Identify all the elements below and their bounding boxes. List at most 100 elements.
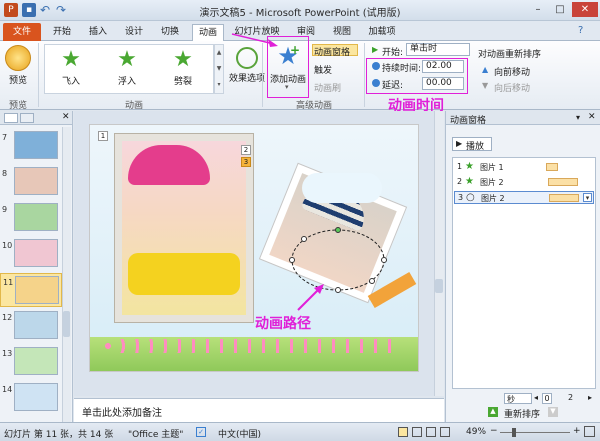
slide-thumbnail[interactable] bbox=[14, 131, 58, 159]
preview-icon[interactable] bbox=[5, 45, 31, 71]
reorder-up-icon[interactable]: ▲ bbox=[488, 407, 498, 417]
animation-item[interactable]: 1 ★ 图片 1 bbox=[454, 161, 594, 174]
slide-thumbnail-row[interactable]: 12 bbox=[0, 309, 62, 343]
start-select[interactable]: 单击时 bbox=[406, 43, 470, 56]
slide-thumbnail-row[interactable]: 7 bbox=[0, 129, 62, 163]
float-in-icon[interactable]: ★ bbox=[112, 49, 142, 71]
slide-thumbnail-row[interactable]: 10 bbox=[0, 237, 62, 271]
slide-thumbnail-row[interactable]: 14 bbox=[0, 381, 62, 415]
fly-in-icon[interactable]: ★ bbox=[56, 49, 86, 71]
maximize-icon[interactable]: □ bbox=[550, 2, 570, 17]
tab-animations[interactable]: 动画 bbox=[192, 24, 224, 41]
timing-bar[interactable] bbox=[546, 163, 558, 171]
animation-pane: 动画窗格 ▾ ✕ ▶ 播放 1 ★ 图片 1 2 ★ 图片 2 3 ○ 图片 2 ▾ 秒 ◂ 0 … bbox=[445, 111, 600, 422]
move-later-button[interactable]: 向后移动 bbox=[494, 81, 530, 94]
outline-tab[interactable] bbox=[20, 113, 34, 123]
effect-split[interactable]: 劈裂 bbox=[166, 74, 200, 87]
tab-design[interactable]: 设计 bbox=[120, 24, 148, 40]
tab-addins[interactable]: 加载项 bbox=[364, 24, 400, 40]
thumbnail-scroll-thumb[interactable] bbox=[63, 311, 70, 337]
zoom-slider[interactable] bbox=[500, 432, 570, 433]
close-icon[interactable]: ✕ bbox=[588, 112, 596, 122]
play-icon: ▶ bbox=[456, 139, 463, 148]
close-icon[interactable]: ✕ bbox=[572, 2, 598, 17]
split-icon[interactable]: ★ bbox=[168, 49, 198, 71]
spellcheck-icon[interactable]: ✓ bbox=[196, 427, 206, 437]
path-arrow bbox=[297, 284, 324, 311]
notes-placeholder[interactable]: 单击此处添加备注 bbox=[82, 404, 162, 419]
reorder-down-icon[interactable]: ▼ bbox=[548, 407, 558, 417]
slides-tab[interactable] bbox=[4, 113, 18, 123]
delay-icon bbox=[372, 79, 380, 87]
sorter-view-icon[interactable] bbox=[412, 427, 422, 437]
thumbnail-scrollbar[interactable] bbox=[62, 127, 71, 422]
normal-view-icon[interactable] bbox=[398, 427, 408, 437]
slide-thumbnail[interactable] bbox=[14, 239, 58, 267]
timing-bar[interactable] bbox=[548, 178, 578, 186]
trigger-button[interactable]: 触发 bbox=[314, 63, 332, 76]
chevron-down-icon[interactable]: ▾ bbox=[583, 193, 592, 202]
slide-thumbnail-row[interactable]: 9 bbox=[0, 201, 62, 235]
timeline-left-icon[interactable]: ◂ bbox=[534, 393, 538, 402]
slideshow-view-icon[interactable] bbox=[440, 427, 450, 437]
duration-input[interactable]: 02.00 bbox=[422, 60, 464, 73]
tab-insert[interactable]: 插入 bbox=[84, 24, 112, 40]
reading-view-icon[interactable] bbox=[426, 427, 436, 437]
slide-thumbnail[interactable] bbox=[14, 203, 58, 231]
close-pane-icon[interactable]: ✕ bbox=[62, 112, 70, 122]
slide-number: 8 bbox=[2, 169, 8, 178]
tab-view[interactable]: 视图 bbox=[328, 24, 356, 40]
language-indicator: 中文(中国) bbox=[218, 430, 262, 440]
move-earlier-button[interactable]: 向前移动 bbox=[494, 65, 530, 78]
entrance-effect-icon: ★ bbox=[465, 161, 474, 172]
tab-transitions[interactable]: 切换 bbox=[156, 24, 184, 40]
motion-path-icon: ○ bbox=[466, 192, 475, 203]
reorder-label: 重新排序 bbox=[504, 410, 541, 420]
zoom-slider-thumb[interactable] bbox=[512, 428, 516, 437]
slide-scrollbar[interactable] bbox=[434, 111, 444, 396]
slide-thumbnail[interactable] bbox=[15, 276, 59, 304]
help-icon[interactable]: ? bbox=[578, 25, 583, 36]
timeline-right-icon[interactable]: ▸ bbox=[588, 393, 592, 402]
slide-thumbnail[interactable] bbox=[14, 383, 58, 411]
tab-home[interactable]: 开始 bbox=[48, 24, 76, 40]
zoom-level: 49% bbox=[466, 427, 487, 437]
effect-options-icon[interactable] bbox=[236, 47, 258, 69]
preview-button[interactable]: 预览 bbox=[0, 73, 36, 86]
move-earlier-icon: ▲ bbox=[482, 65, 489, 74]
gallery-scroll[interactable]: ▲ ▼ ▾ bbox=[214, 44, 224, 94]
fit-window-icon[interactable] bbox=[584, 426, 595, 437]
slide-thumbnail-row[interactable]: 8 bbox=[0, 165, 62, 199]
animation-item[interactable]: 3 ○ 图片 2 ▾ bbox=[454, 191, 594, 204]
slide-thumbnail[interactable] bbox=[14, 347, 58, 375]
zoom-in-icon[interactable]: + bbox=[573, 426, 581, 436]
minimize-icon[interactable]: – bbox=[528, 2, 548, 17]
window-title: 演示文稿5 - Microsoft PowerPoint (试用版) bbox=[199, 8, 401, 19]
pane-menu-icon[interactable]: ▾ bbox=[576, 113, 580, 122]
zoom-out-icon[interactable]: − bbox=[490, 426, 498, 436]
slide-scroll-thumb[interactable] bbox=[435, 279, 443, 293]
slide-thumbnail-row[interactable]: 13 bbox=[0, 345, 62, 379]
tab-file[interactable]: 文件 bbox=[3, 23, 41, 41]
anim-painter-button[interactable]: 动画刷 bbox=[314, 81, 341, 94]
effect-float-in[interactable]: 浮入 bbox=[110, 74, 144, 87]
start-icon: ▶ bbox=[372, 45, 379, 54]
slide-thumbnail[interactable] bbox=[14, 167, 58, 195]
ribbon: 预览 预览 ★ 飞入 ★ 浮入 ★ 劈裂 ▲ ▼ ▾ 动画 效果选项 ★ + 添加动… bbox=[0, 36, 600, 111]
chevron-down-icon[interactable]: ▾ bbox=[285, 83, 289, 91]
group-separator bbox=[364, 43, 365, 107]
yellow-scarf bbox=[128, 253, 240, 295]
slide-canvas[interactable]: 1 2 3 bbox=[89, 124, 419, 372]
slide-thumbnail-row[interactable]: 11 bbox=[0, 273, 62, 307]
animation-item[interactable]: 2 ★ 图片 2 bbox=[454, 176, 594, 189]
animation-index: 1 bbox=[457, 162, 463, 171]
timing-bar[interactable] bbox=[549, 194, 579, 202]
slide-thumbnail[interactable] bbox=[14, 311, 58, 339]
group-separator bbox=[262, 43, 263, 107]
delay-input[interactable]: 00.00 bbox=[422, 77, 464, 90]
slide-number: 9 bbox=[2, 205, 8, 214]
seconds-dropdown[interactable]: 秒 bbox=[504, 393, 532, 404]
notes-pane[interactable]: 单击此处添加备注 bbox=[74, 398, 444, 422]
reorder-label: 对动画重新排序 bbox=[478, 50, 542, 60]
effect-fly-in[interactable]: 飞入 bbox=[54, 74, 88, 87]
